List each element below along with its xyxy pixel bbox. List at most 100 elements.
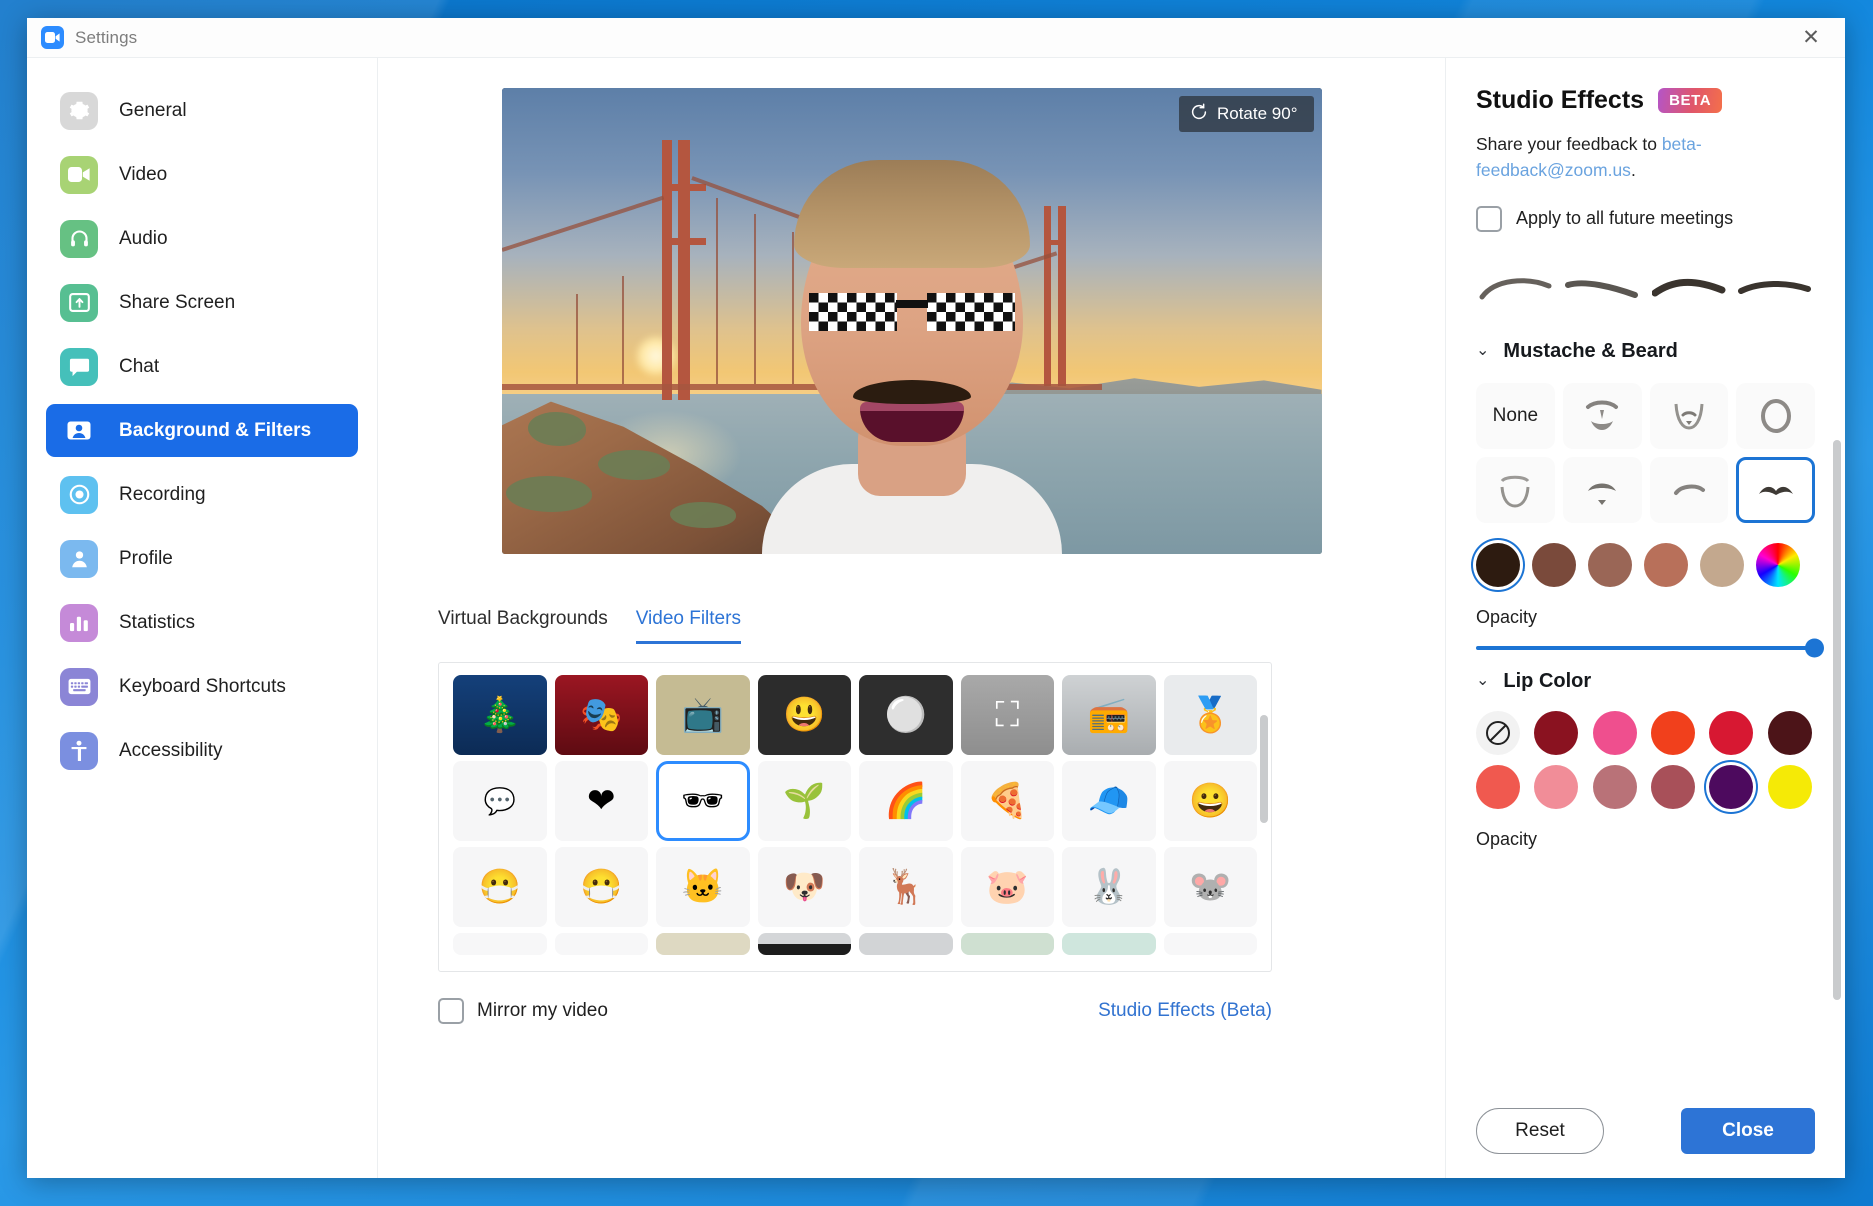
- sidebar-item-keyboard-shortcuts[interactable]: Keyboard Shortcuts: [46, 660, 358, 713]
- mirror-my-video-checkbox[interactable]: [438, 998, 464, 1024]
- filter-mouse-ears[interactable]: 🐭: [1163, 847, 1257, 927]
- lip-color-muted-berry[interactable]: [1650, 764, 1695, 809]
- lip-color-deep-purple[interactable]: [1709, 764, 1754, 809]
- filter-huh-speech-bubble[interactable]: 💬: [453, 761, 547, 841]
- lip-color-true-red[interactable]: [1709, 710, 1754, 755]
- share-screen-icon: [60, 283, 98, 322]
- filter-focus-frame[interactable]: ⛶: [960, 675, 1054, 755]
- filter-pearls-frame[interactable]: ⚪: [859, 675, 953, 755]
- filter-sprout-face[interactable]: 🌱: [757, 761, 851, 841]
- gear-icon: [60, 91, 98, 130]
- filter-rainbow-face[interactable]: 🌈: [859, 761, 953, 841]
- filter-dog-ears[interactable]: 🐶: [757, 847, 851, 927]
- lip-color-orange-red[interactable]: [1650, 710, 1695, 755]
- close-icon[interactable]: ✕: [1791, 23, 1831, 53]
- lip-color-coral[interactable]: [1476, 764, 1520, 809]
- tab-virtual-backgrounds[interactable]: Virtual Backgrounds: [438, 608, 608, 644]
- eyebrow-feathered-option[interactable]: [1562, 256, 1642, 320]
- lip-color-yellow[interactable]: [1767, 764, 1812, 809]
- filter-red-curtain[interactable]: 🎭: [554, 675, 648, 755]
- mustache-color-medium-brown[interactable]: [1588, 542, 1632, 587]
- apply-all-future-meetings-checkbox[interactable]: [1476, 205, 1502, 232]
- filter-row4-partial-5[interactable]: [859, 933, 953, 955]
- reset-button[interactable]: Reset: [1476, 1108, 1604, 1154]
- sidebar-item-share-screen[interactable]: Share Screen: [46, 276, 358, 329]
- filter-cat-ears[interactable]: 🐱: [656, 847, 750, 927]
- filter-row4-partial-4[interactable]: [757, 933, 851, 955]
- mustache-option-none[interactable]: None: [1476, 382, 1555, 449]
- lip-color-dark-crimson[interactable]: [1534, 710, 1579, 755]
- filter-emoji-frame[interactable]: 😃: [757, 675, 851, 755]
- studio-effects-scrollbar[interactable]: [1833, 440, 1841, 1000]
- sidebar-item-statistics[interactable]: Statistics: [46, 596, 358, 649]
- apply-all-future-meetings-row[interactable]: Apply to all future meetings: [1476, 205, 1815, 232]
- filter-row4-partial-6[interactable]: [960, 933, 1054, 955]
- sidebar-item-chat[interactable]: Chat: [46, 340, 358, 393]
- sidebar-item-accessibility[interactable]: Accessibility: [46, 724, 358, 777]
- sunglasses-bridge: [895, 300, 928, 308]
- filter-pig-ears[interactable]: 🐷: [960, 847, 1054, 927]
- filter-retro-tv-test[interactable]: 📺: [656, 675, 750, 755]
- filter-christmas-lights[interactable]: 🎄: [453, 675, 547, 755]
- rotate-90-button[interactable]: Rotate 90°: [1178, 96, 1314, 132]
- mustache-option-circle-beard[interactable]: [1736, 382, 1815, 449]
- mustache-color-dark-brown[interactable]: [1532, 542, 1576, 587]
- filter-metal-tv[interactable]: 📻: [1062, 675, 1156, 755]
- sidebar-item-profile[interactable]: Profile: [46, 532, 358, 585]
- filter-pixel-sunglasses[interactable]: 🕶: [656, 761, 750, 841]
- mustache-color-blond-taupe[interactable]: [1700, 542, 1744, 587]
- filter-pizza-face[interactable]: 🍕: [960, 761, 1054, 841]
- mustache-option-handlebar-mustache[interactable]: [1736, 456, 1815, 523]
- lip-color-no-color[interactable]: [1476, 710, 1520, 755]
- sidebar-item-audio[interactable]: Audio: [46, 212, 358, 265]
- close-button[interactable]: Close: [1681, 1108, 1815, 1154]
- speech-bubble-icon: 💬: [483, 786, 516, 816]
- sidebar-item-background-filters[interactable]: Background & Filters: [46, 404, 358, 457]
- sidebar-item-video[interactable]: Video: [46, 148, 358, 201]
- filter-award-ribbon[interactable]: 🏅: [1163, 675, 1257, 755]
- filter-row4-partial-2[interactable]: [554, 933, 648, 955]
- sidebar-item-recording[interactable]: Recording: [46, 468, 358, 521]
- lip-color-dusty-rose[interactable]: [1592, 764, 1637, 809]
- eyebrow-bold-arch-option[interactable]: [1649, 256, 1729, 320]
- mustache-option-mustache-goatee[interactable]: [1562, 456, 1642, 523]
- mirror-my-video-label: Mirror my video: [477, 1000, 608, 1021]
- mirror-my-video-row[interactable]: Mirror my video: [438, 998, 608, 1024]
- mustache-option-chin-strap[interactable]: [1476, 456, 1555, 523]
- filter-row4-partial-1[interactable]: [453, 933, 547, 955]
- filter-row4-partial-8[interactable]: [1163, 933, 1257, 955]
- lip-color-section-header[interactable]: ⌄ Lip Color: [1476, 670, 1815, 693]
- accessibility-icon: [60, 731, 98, 770]
- filter-rabbit-ears[interactable]: 🐰: [1062, 847, 1156, 927]
- sidebar-item-general[interactable]: General: [46, 84, 358, 137]
- mustache-color-wheel[interactable]: [1756, 542, 1800, 587]
- filter-zoom-cap-face[interactable]: 🧢: [1062, 761, 1156, 841]
- filter-kawaii-face[interactable]: 😀: [1163, 761, 1257, 841]
- filter-teal-surgical-mask[interactable]: 😷: [554, 847, 648, 927]
- mustache-beard-section-header[interactable]: ⌄ Mustache & Beard: [1476, 340, 1815, 363]
- video-filters-grid: 🎄 🎭 📺 😃 ⚪ ⛶ 📻 🏅 💬 ❤ 🕶 🌱 🌈 🍕 🧢 😀 😷 😷 🐱 🐶 …: [453, 675, 1257, 955]
- eyebrow-soft-arch-option[interactable]: [1476, 256, 1556, 320]
- metal-tv-icon: 📻: [1087, 696, 1130, 734]
- studio-effects-header: Studio Effects BETA: [1476, 86, 1815, 115]
- lip-color-deep-maroon[interactable]: [1767, 710, 1812, 755]
- filter-row4-partial-7[interactable]: [1062, 933, 1156, 955]
- studio-effects-link[interactable]: Studio Effects (Beta): [1098, 1000, 1272, 1022]
- filter-row4-partial-3[interactable]: [656, 933, 750, 955]
- lip-color-soft-pink[interactable]: [1534, 764, 1579, 809]
- mustache-color-light-auburn[interactable]: [1644, 542, 1688, 587]
- mustache-option-short-boxed-beard[interactable]: [1649, 382, 1729, 449]
- mustache-option-thin-mustache[interactable]: [1649, 456, 1729, 523]
- mustache-opacity-slider-knob[interactable]: [1805, 638, 1824, 657]
- mustache-option-full-beard[interactable]: [1562, 382, 1642, 449]
- filters-scrollbar[interactable]: [1260, 715, 1268, 823]
- filter-deer-antlers[interactable]: 🦌: [859, 847, 953, 927]
- eyebrow-straight-option[interactable]: [1735, 256, 1815, 320]
- mustache-opacity-slider[interactable]: [1476, 638, 1824, 657]
- lip-color-hot-pink[interactable]: [1592, 710, 1637, 755]
- tab-video-filters[interactable]: Video Filters: [635, 608, 741, 644]
- filter-red-heart-frame[interactable]: ❤: [554, 761, 648, 841]
- filter-white-mask[interactable]: 😷: [453, 847, 547, 927]
- mustache-color-darkest-brown[interactable]: [1476, 542, 1520, 587]
- studio-effects-buttons: Reset Close: [1476, 1108, 1815, 1154]
